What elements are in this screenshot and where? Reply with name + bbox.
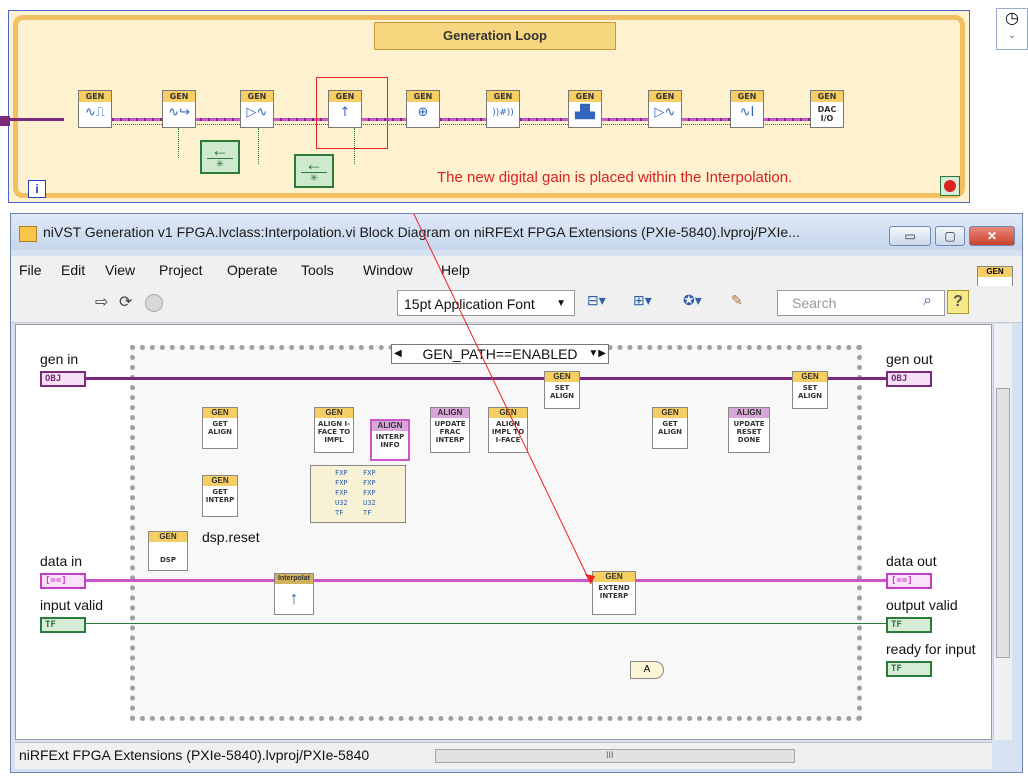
gen-vi-3[interactable]: GEN ▷∿ <box>240 90 274 128</box>
gen-vi-2[interactable]: GEN ∿↪ <box>162 90 196 128</box>
spectrum-icon: ∿I <box>739 105 755 120</box>
gen-vi-1[interactable]: GEN ∿⎍ <box>78 90 112 128</box>
gen-vi-8[interactable]: GEN ▷∿ <box>648 90 682 128</box>
gen-vi-6[interactable]: GEN))#)) <box>486 90 520 128</box>
waveform-icon: ∿⎍ <box>85 105 105 120</box>
timed-loop-panel[interactable]: ◷ ⌄ <box>996 8 1028 50</box>
vertical-scroll-thumb[interactable] <box>996 388 1010 658</box>
waveform-feedback-icon: ∿↪ <box>168 105 190 120</box>
annotation-text: The new digital gain is placed within th… <box>437 169 793 186</box>
left-arrow-icon: ← <box>211 140 229 160</box>
feedback-wire <box>178 128 181 158</box>
project-path: niRFExt FPGA Extensions (PXIe-5840).lvpr… <box>19 747 370 763</box>
gain-icon: ▷∿ <box>654 105 676 120</box>
generation-loop: Generation Loop GEN ∿⎍ GEN ∿↪ GEN ▷∿ GEN ↑ G… <box>4 10 970 203</box>
horizontal-scroll-thumb[interactable]: III <box>435 749 795 763</box>
loop-tunnel <box>0 116 10 126</box>
stop-terminal[interactable] <box>940 176 960 196</box>
signal-icon: ))#)) <box>492 108 514 118</box>
data-wire <box>98 118 838 121</box>
clock-icon: ◷ <box>1005 10 1019 27</box>
vertical-scrollbar[interactable] <box>993 324 1012 740</box>
iteration-terminal[interactable]: i <box>28 180 46 198</box>
block-diagram-window: niVST Generation v1 FPGA.lvclass:Interpo… <box>10 213 1023 773</box>
class-wire <box>4 118 64 121</box>
gen-vi-9[interactable]: GEN ∿I <box>730 90 764 128</box>
target-icon: ⊕ <box>417 105 429 120</box>
status-bar: niRFExt FPGA Extensions (PXIe-5840).lvpr… <box>15 742 992 769</box>
feedback-node-1[interactable]: ← ✳ <box>200 140 240 174</box>
valid-wire <box>98 124 838 125</box>
left-arrow-icon: ← <box>305 154 323 174</box>
gain-icon: ▷∿ <box>246 105 268 120</box>
gen-vi-dac-io[interactable]: GEN DAC I/O <box>810 90 844 128</box>
filter-icon: ▟▙ <box>575 105 595 120</box>
loop-title: Generation Loop <box>374 22 616 50</box>
interpolation-highlight-box <box>316 77 388 149</box>
gen-vi-7[interactable]: GEN ▟▙ <box>568 90 602 128</box>
gen-vi-5[interactable]: GEN ⊕ <box>406 90 440 128</box>
feedback-wire <box>258 128 261 164</box>
chevron-down-icon: ⌄ <box>1007 30 1017 41</box>
annotation-arrow <box>413 214 595 585</box>
feedback-node-2[interactable]: ← ✳ <box>294 154 334 188</box>
